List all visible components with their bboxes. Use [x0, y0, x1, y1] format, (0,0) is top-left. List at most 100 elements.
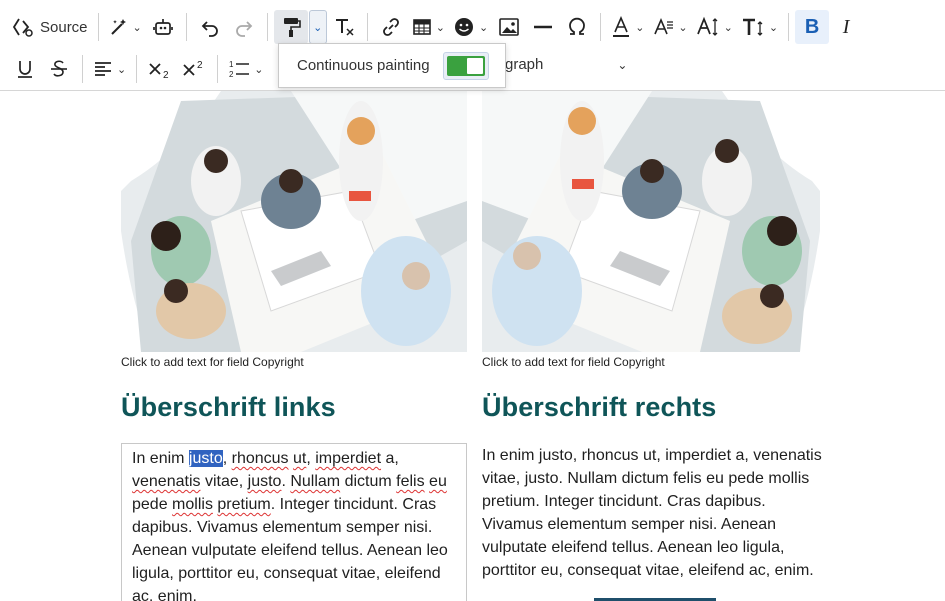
- chevron-down-icon: ⌄: [617, 57, 628, 72]
- alignment-button[interactable]: ⌄: [89, 52, 130, 86]
- toggle-switch: [447, 56, 485, 76]
- italic-button[interactable]: I: [829, 10, 863, 44]
- font-background-button[interactable]: ⌄: [648, 10, 691, 44]
- misspelled-word: felis: [396, 473, 425, 490]
- link-button[interactable]: [374, 10, 408, 44]
- line-height-button[interactable]: ⌄: [737, 10, 782, 44]
- misspelled-word: eu: [429, 473, 447, 490]
- robot-icon: [152, 19, 173, 35]
- text-height-icon: [742, 18, 763, 36]
- chevron-down-icon: ⌄: [117, 63, 127, 76]
- source-icon: [12, 18, 33, 37]
- misspelled-word: venenatis: [132, 473, 201, 490]
- format-painter-dropdown-arrow[interactable]: ⌄: [308, 10, 327, 44]
- underline-icon: [18, 61, 32, 78]
- omega-icon: [569, 17, 586, 35]
- text-run: ,: [306, 450, 316, 467]
- insert-image-button[interactable]: [492, 10, 526, 44]
- heading-right[interactable]: Überschrift rechts: [482, 392, 716, 423]
- format-painter-button[interactable]: [273, 10, 308, 44]
- remove-format-icon: [335, 19, 354, 36]
- continuous-painting-label: Continuous painting: [297, 57, 430, 74]
- emoji-button[interactable]: ⌄: [449, 10, 492, 44]
- paragraph-format-dropdown[interactable]: graph ⌄: [505, 56, 627, 73]
- chevron-down-icon: ⌄: [635, 21, 645, 34]
- misspelled-word: rhoncus: [231, 450, 289, 467]
- font-size-button[interactable]: ⌄: [692, 10, 737, 44]
- font-size-icon: [696, 16, 718, 36]
- toggle-knob: [467, 58, 483, 74]
- toolbar-separator: [136, 55, 138, 83]
- misspelled-word: mollis: [172, 496, 213, 513]
- toolbar-row-1: Source ⌄ ⌄ ⌄ ⌄ ⌄ ⌄ ⌄ ⌄ B I: [0, 6, 945, 48]
- underline-button[interactable]: [8, 52, 42, 86]
- link-icon: [382, 18, 399, 36]
- special-characters-button[interactable]: [560, 10, 594, 44]
- misspelled-word: imperdiet: [315, 450, 382, 467]
- toolbar-separator: [217, 55, 219, 83]
- font-color-button[interactable]: ⌄: [607, 10, 648, 44]
- emoji-icon: [454, 18, 473, 36]
- photo-illustration: [482, 91, 820, 352]
- superscript-button[interactable]: 2: [177, 52, 211, 86]
- superscript-icon: 2: [183, 60, 203, 76]
- text-run: pede: [132, 496, 173, 513]
- svg-text:2: 2: [163, 70, 169, 80]
- font-color-icon: [613, 16, 630, 37]
- heading-left[interactable]: Überschrift links: [121, 392, 336, 423]
- copyright-caption-left[interactable]: Click to add text for field Copyright: [121, 355, 304, 369]
- misspelled-word: Nullam: [290, 473, 341, 490]
- meeting-photo-left[interactable]: [121, 91, 467, 352]
- strikethrough-icon: [51, 60, 67, 77]
- toolbar-separator: [97, 13, 99, 41]
- text-run: In enim: [132, 450, 189, 467]
- source-button[interactable]: Source: [8, 10, 92, 44]
- toolbar-separator: [266, 13, 268, 41]
- format-painter-split: ⌄: [273, 10, 327, 44]
- redo-icon: [235, 21, 253, 37]
- toolbar-separator: [600, 13, 602, 41]
- format-painter-popup: Continuous painting: [278, 43, 506, 88]
- photo-illustration: [121, 91, 467, 352]
- chevron-down-icon: ⌄: [132, 21, 142, 34]
- bold-icon: B: [804, 15, 820, 38]
- copyright-caption-right[interactable]: Click to add text for field Copyright: [482, 355, 665, 369]
- source-label: Source: [40, 18, 88, 36]
- subscript-button[interactable]: 2: [143, 52, 177, 86]
- toolbar-separator: [185, 13, 187, 41]
- paragraph-format-label: graph: [505, 56, 544, 73]
- continuous-painting-toggle[interactable]: [443, 52, 489, 80]
- toolbar-separator: [82, 55, 83, 83]
- paragraph-right[interactable]: In enim justo, rhoncus ut, imperdiet a, …: [482, 443, 827, 582]
- misspelled-word: ut: [292, 450, 307, 467]
- chevron-down-icon: ⌄: [478, 21, 489, 34]
- bold-button[interactable]: B: [795, 10, 830, 44]
- text-run: vitae,: [200, 473, 248, 490]
- numbered-list-button[interactable]: 12 ⌄: [224, 52, 267, 86]
- ai-commands-button[interactable]: [146, 10, 180, 44]
- undo-icon: [201, 21, 218, 37]
- ai-assistant-button[interactable]: ⌄: [105, 10, 146, 44]
- table-icon: [412, 19, 431, 35]
- remove-format-button[interactable]: [327, 10, 361, 44]
- table-button[interactable]: ⌄: [408, 10, 449, 44]
- text-run: ,: [222, 450, 232, 467]
- strikethrough-button[interactable]: [42, 52, 76, 86]
- svg-text:1: 1: [229, 60, 234, 69]
- text-run: a,: [381, 450, 399, 467]
- text-run: dictum: [340, 473, 397, 490]
- chevron-down-icon: ⌄: [768, 21, 779, 34]
- chevron-down-icon: ⌄: [435, 21, 445, 34]
- chevron-down-icon: ⌄: [678, 21, 688, 34]
- selected-text: justo: [188, 450, 223, 467]
- italic-icon: I: [842, 15, 850, 38]
- magic-wand-icon: [110, 19, 126, 35]
- paint-roller-icon: [283, 18, 301, 37]
- numbered-list-icon: 12: [229, 60, 250, 79]
- paragraph-left-editable[interactable]: In enim justo, rhoncus ut, imperdiet a, …: [121, 443, 467, 601]
- redo-button[interactable]: [227, 10, 261, 44]
- horizontal-line-button[interactable]: [526, 10, 560, 44]
- meeting-photo-right[interactable]: [482, 91, 820, 352]
- subscript-icon: 2: [149, 63, 169, 80]
- undo-button[interactable]: [193, 10, 227, 44]
